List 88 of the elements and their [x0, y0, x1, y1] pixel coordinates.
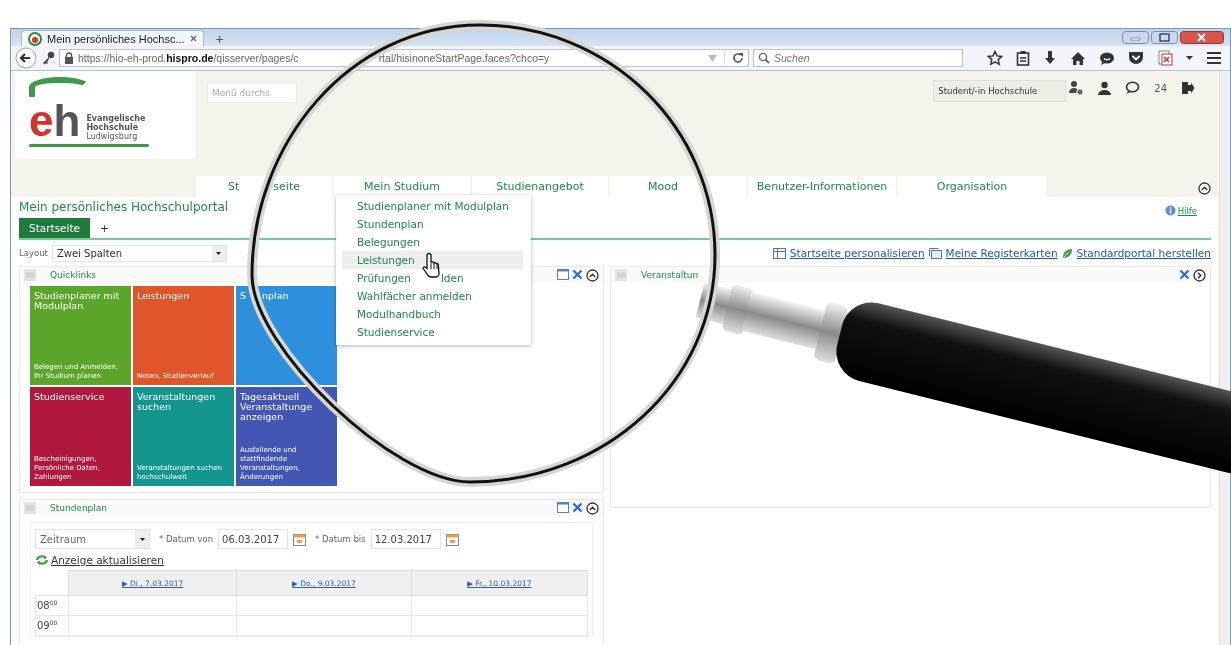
calendar-icon[interactable] — [445, 532, 459, 546]
back-icon[interactable] — [15, 47, 37, 69]
hour-label: 09$^{00}$ — [35, 615, 69, 636]
new-tab-button[interactable]: + — [211, 32, 228, 46]
date-from-label: * Datum von — [159, 534, 214, 544]
collapse-icon[interactable] — [1198, 182, 1211, 195]
close-icon[interactable] — [572, 268, 583, 280]
table-icon — [772, 247, 786, 259]
refresh-link[interactable]: Anzeige aktualisieren — [51, 554, 164, 566]
menu-item[interactable]: Studienservice — [342, 323, 523, 341]
panel-title: Quicklinks — [50, 270, 97, 280]
lock-icon — [64, 52, 74, 64]
layout-select[interactable]: Zwei Spalten — [51, 244, 227, 262]
url-field[interactable]: https://hio-eh-prod.hispro.de/qisserver/pages/c rtal/hisinoneStartPage.faces?chco=y — [59, 49, 749, 67]
panel-title: Stundenplan — [50, 503, 108, 513]
info-icon — [1164, 205, 1176, 216]
nav-tab[interactable]: Mood — [610, 176, 746, 197]
search-icon — [758, 52, 770, 64]
drag-handle-icon — [24, 502, 36, 514]
collapse-icon[interactable] — [586, 268, 599, 282]
key-icon[interactable] — [41, 51, 55, 65]
close-tab-button[interactable] — [189, 35, 197, 42]
collapse-icon[interactable] — [586, 501, 599, 515]
portal-action-link[interactable]: Standardportal herstellen — [1076, 247, 1211, 259]
portal-action-link[interactable]: Meine Registerkarten — [945, 247, 1058, 259]
date-from-field[interactable]: 06.03.2017 — [218, 529, 289, 549]
menu-item[interactable]: Prüfungen lden — [342, 269, 523, 287]
panel-title: Veranstaltun — [641, 270, 699, 280]
hand-cursor-icon — [422, 252, 442, 278]
menu-item[interactable]: Wahlfächer anmelden — [342, 287, 523, 305]
speech-bubble-icon[interactable] — [1125, 81, 1141, 95]
role-select[interactable]: Student/-in Hochschule — [933, 80, 1067, 102]
clipboard-icon[interactable] — [1016, 50, 1030, 66]
menu-item[interactable]: Belegungen — [342, 233, 523, 251]
notification-count: 24 — [1154, 82, 1167, 94]
menu-item[interactable]: Stundenplan — [342, 215, 523, 233]
expand-icon[interactable] — [1193, 268, 1206, 282]
close-icon — [189, 35, 197, 42]
drag-handle-icon — [24, 269, 36, 281]
pocket-icon[interactable] — [1128, 51, 1144, 65]
menu-item[interactable]: Studienplaner mit Modulplan — [342, 197, 523, 215]
maximize-icon[interactable] — [557, 501, 569, 513]
hour-label: 08$^{00}$ — [35, 595, 69, 616]
portal-title: Mein persönliches Hochschulportal — [19, 200, 229, 214]
tabs-icon — [928, 247, 942, 259]
close-icon[interactable] — [1179, 268, 1190, 280]
nav-tab[interactable]: Studienangebot — [472, 176, 608, 197]
url-text: rtal/hisinoneStartPage.faces?chco=y — [378, 52, 550, 64]
search-field[interactable]: Suchen — [753, 49, 963, 67]
maximize-icon[interactable] — [557, 268, 569, 280]
person-icon[interactable] — [1098, 81, 1112, 95]
drag-handle-icon — [615, 269, 627, 281]
portal-action-link[interactable]: Startseite personalisieren — [789, 247, 925, 259]
menu-item[interactable]: Modulhandbuch — [342, 305, 523, 323]
portal-tab[interactable]: Startseite — [19, 218, 91, 238]
menu-item[interactable]: Leistungen — [342, 251, 523, 269]
home-icon[interactable] — [1070, 50, 1086, 66]
caret-icon[interactable] — [1186, 56, 1193, 60]
nav-tab[interactable]: St seite — [196, 176, 332, 197]
pdf-icon[interactable] — [1157, 50, 1173, 66]
menu-icon[interactable] — [1206, 51, 1222, 65]
nav-tab[interactable]: Mein Studium — [334, 176, 470, 197]
date-to-field[interactable]: 12.03.2017 — [370, 529, 441, 549]
reload-icon[interactable] — [732, 52, 744, 64]
browser-tab[interactable]: Mein persönliches Hochsc... — [21, 30, 204, 46]
leaf-icon — [1061, 247, 1073, 259]
favicon-icon — [28, 31, 42, 46]
chat-icon[interactable] — [1099, 50, 1115, 66]
calendar-icon[interactable] — [293, 532, 307, 546]
menu-search-field[interactable]: Menü durchs — [207, 83, 297, 103]
tab-title: Mein persönliches Hochsc... — [47, 32, 185, 45]
caret-icon — [216, 251, 222, 255]
layout-label: Layout — [19, 248, 48, 258]
logout-icon[interactable] — [1181, 81, 1195, 95]
maximize-icon[interactable] — [1151, 31, 1178, 44]
help-link[interactable]: Hilfe — [1164, 205, 1197, 216]
close-icon[interactable] — [1180, 31, 1224, 44]
nav-tab[interactable]: Benutzer-Informationen — [748, 176, 896, 197]
date-to-label: * Datum bis — [315, 534, 366, 544]
star-icon[interactable] — [987, 50, 1003, 66]
url-text: https://hio-eh-prod.hispro.de/qisserver/pages/c — [78, 52, 299, 64]
user-settings-icon[interactable] — [1068, 80, 1085, 96]
refresh-icon — [35, 554, 49, 566]
close-icon[interactable] — [572, 501, 583, 513]
period-select[interactable]: Zeitraum — [35, 529, 150, 549]
caret-icon — [139, 537, 145, 541]
download-icon[interactable] — [1043, 50, 1057, 66]
nav-tab[interactable]: Organisation — [898, 176, 1046, 197]
